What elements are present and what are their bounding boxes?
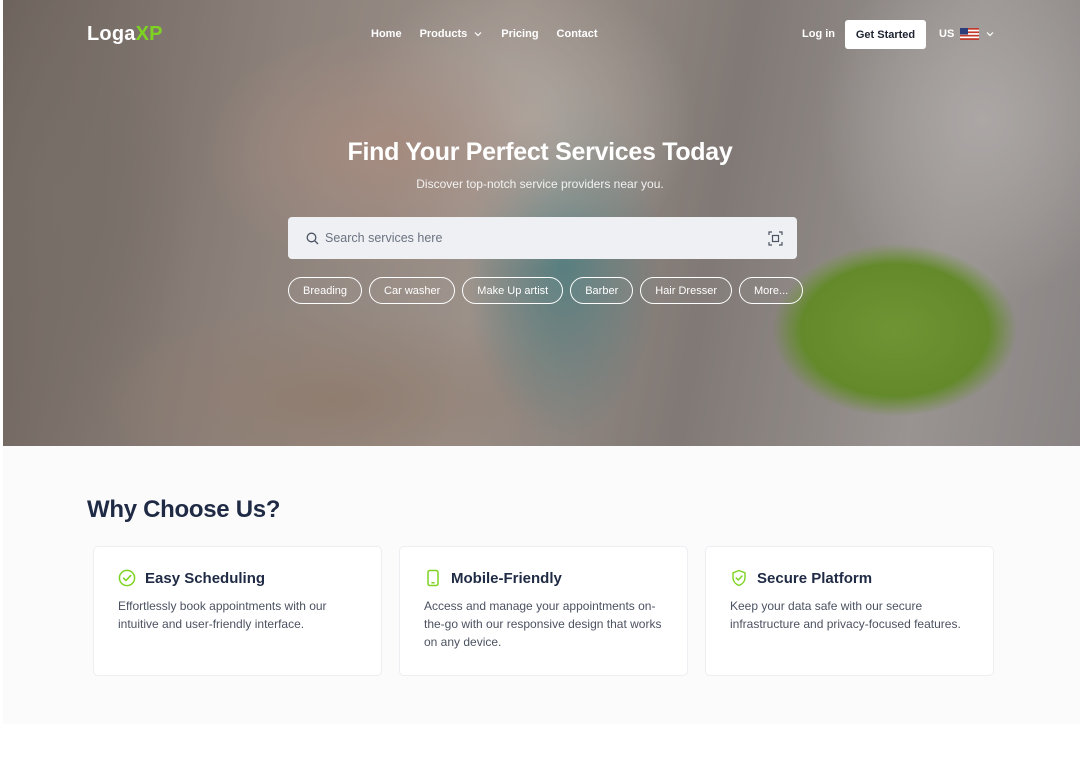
card-title: Mobile-Friendly bbox=[451, 569, 562, 587]
logo[interactable]: LogaXP bbox=[87, 23, 163, 46]
chevron-down-icon bbox=[474, 32, 482, 37]
check-circle-icon bbox=[118, 569, 136, 587]
chip-barber[interactable]: Barber bbox=[570, 277, 634, 304]
main-menu: Home Products Pricing Contact bbox=[371, 28, 598, 40]
chip-more[interactable]: More... bbox=[738, 277, 804, 304]
card-title: Easy Scheduling bbox=[145, 569, 266, 587]
feature-card-scheduling: Easy Scheduling Effortlessly book appoin… bbox=[93, 546, 382, 676]
chip-hair-dresser[interactable]: Hair Dresser bbox=[640, 277, 732, 304]
locale-label: US bbox=[939, 28, 955, 40]
logo-text: Loga bbox=[87, 23, 136, 45]
hero-subtitle: Discover top-notch service providers nea… bbox=[416, 177, 664, 191]
nav-item-label: Products bbox=[419, 28, 468, 40]
nav-item-contact[interactable]: Contact bbox=[557, 28, 598, 40]
us-flag-icon bbox=[960, 28, 980, 40]
nav-item-home[interactable]: Home bbox=[371, 28, 402, 40]
card-description: Keep your data safe with our secure infr… bbox=[730, 599, 961, 631]
chip-breading[interactable]: Breading bbox=[288, 277, 363, 304]
card-header: Secure Platform bbox=[730, 569, 969, 587]
search-bar bbox=[288, 217, 797, 259]
scan-icon[interactable] bbox=[768, 230, 783, 246]
login-link[interactable]: Log in bbox=[802, 28, 835, 40]
card-description: Access and manage your appointments on-t… bbox=[424, 599, 662, 649]
feature-card-mobile: Mobile-Friendly Access and manage your a… bbox=[399, 546, 688, 676]
card-header: Easy Scheduling bbox=[118, 569, 357, 587]
why-title: Why Choose Us? bbox=[87, 496, 281, 523]
smartphone-icon bbox=[427, 569, 439, 587]
locale-selector[interactable]: US bbox=[939, 28, 995, 40]
card-header: Mobile-Friendly bbox=[424, 569, 663, 587]
hero-title: Find Your Perfect Services Today bbox=[347, 138, 733, 166]
card-description: Effortlessly book appointments with our … bbox=[118, 599, 327, 631]
get-started-button[interactable]: Get Started bbox=[845, 20, 926, 49]
search-input[interactable] bbox=[325, 231, 768, 245]
shield-check-icon bbox=[732, 569, 746, 587]
logo-accent: XP bbox=[135, 23, 163, 45]
chip-car-washer[interactable]: Car washer bbox=[369, 277, 456, 304]
search-icon bbox=[306, 232, 319, 244]
chevron-down-icon bbox=[986, 32, 994, 37]
nav-item-pricing[interactable]: Pricing bbox=[501, 28, 538, 40]
page: LogaXP Home Products Pricing Contact Log… bbox=[0, 0, 1080, 766]
chip-make-up-artist[interactable]: Make Up artist bbox=[462, 277, 564, 304]
top-navigation: LogaXP Home Products Pricing Contact Log… bbox=[0, 0, 1080, 70]
category-chips: Breading Car washer Make Up artist Barbe… bbox=[288, 277, 804, 304]
nav-item-products[interactable]: Products bbox=[420, 28, 484, 40]
feature-card-secure: Secure Platform Keep your data safe with… bbox=[705, 546, 994, 676]
card-title: Secure Platform bbox=[757, 569, 873, 587]
